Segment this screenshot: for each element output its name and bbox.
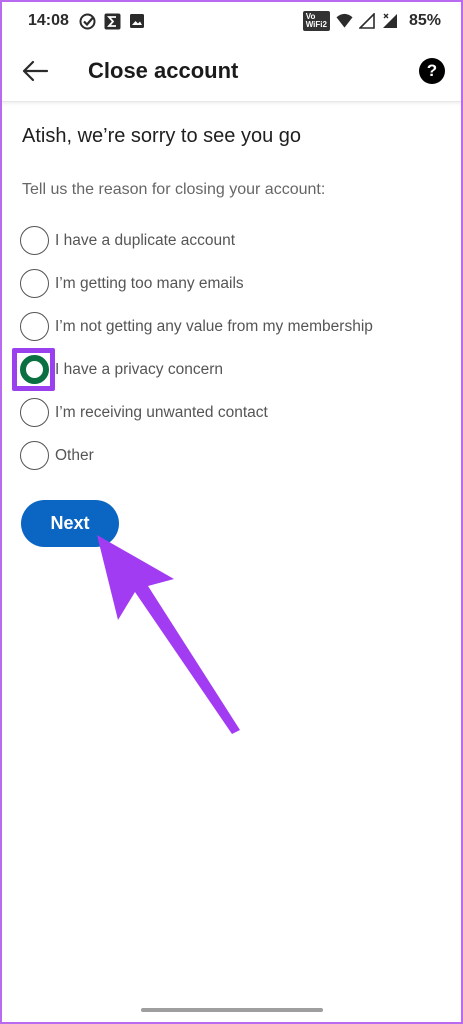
home-indicator[interactable] <box>141 1008 323 1012</box>
reason-prompt: Tell us the reason for closing your acco… <box>22 181 326 198</box>
check-circle-icon <box>79 13 96 30</box>
next-button[interactable]: Next <box>21 500 119 547</box>
selection-highlight-box <box>12 348 55 391</box>
page-title: Close account <box>88 58 239 83</box>
option-label: Other <box>55 446 94 464</box>
option-privacy-concern[interactable]: I have a privacy concern <box>12 348 450 391</box>
radio-button[interactable] <box>20 269 49 298</box>
status-bar: 14:08 Vo WiFi2 85% <box>0 0 463 42</box>
sigma-icon <box>104 13 121 30</box>
option-duplicate-account[interactable]: I have a duplicate account <box>20 219 450 262</box>
status-time: 14:08 <box>28 12 69 29</box>
option-other[interactable]: Other <box>20 434 450 477</box>
option-label: I have a duplicate account <box>55 231 236 249</box>
help-button[interactable]: ? <box>419 58 445 84</box>
page-heading: Atish, we’re sorry to see you go <box>22 125 302 147</box>
option-too-many-emails[interactable]: I’m getting too many emails <box>20 262 450 305</box>
wifi-icon <box>336 13 353 30</box>
radio-button[interactable] <box>20 398 49 427</box>
back-button[interactable] <box>20 56 50 86</box>
option-label: I’m not getting any value from my member… <box>55 317 373 335</box>
radio-button[interactable] <box>20 312 49 341</box>
option-label: I have a privacy concern <box>55 360 224 378</box>
app-bar: Close account ? <box>0 42 463 102</box>
option-label: I’m receiving unwanted contact <box>55 403 268 421</box>
volte-wifi-icon: Vo WiFi2 <box>302 11 330 31</box>
signal-no-data-icon <box>382 13 399 30</box>
radio-button[interactable] <box>20 441 49 470</box>
signal-icon <box>359 13 376 30</box>
option-no-value[interactable]: I’m not getting any value from my member… <box>20 305 450 348</box>
image-icon <box>129 13 146 30</box>
option-label: I’m getting too many emails <box>55 274 244 292</box>
battery-level: 85% <box>408 12 441 29</box>
question-circle-icon: ? <box>426 61 438 80</box>
radio-button[interactable] <box>20 226 49 255</box>
arrow-left-icon <box>22 60 49 82</box>
reason-options: I have a duplicate account I’m getting t… <box>12 219 450 477</box>
option-unwanted-contact[interactable]: I’m receiving unwanted contact <box>20 391 450 434</box>
